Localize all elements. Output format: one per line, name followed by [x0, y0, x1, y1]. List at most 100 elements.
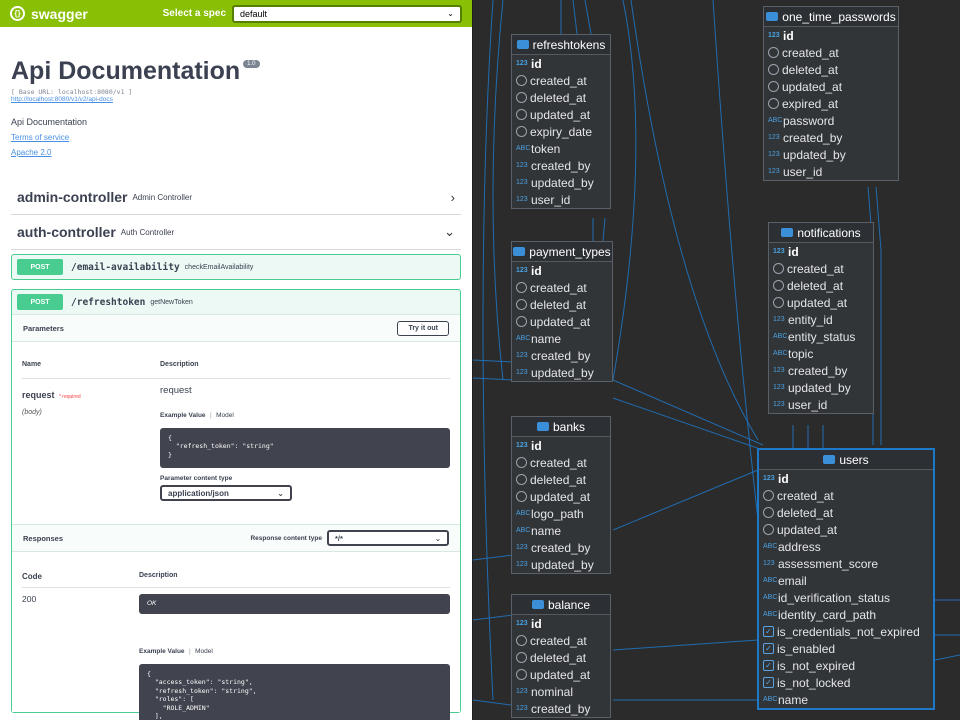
- table-balance[interactable]: balance 123 id created_at deleted_at updated_…: [511, 594, 611, 718]
- table-column[interactable]: 123 updated_by: [512, 364, 612, 381]
- table-header: notifications: [769, 223, 873, 243]
- table-column[interactable]: deleted_at: [769, 277, 873, 294]
- table-users[interactable]: users 123 id created_at deleted_at updated_at…: [757, 448, 935, 710]
- table-column[interactable]: deleted_at: [759, 504, 933, 521]
- primary-key-column[interactable]: 123 id: [512, 55, 610, 72]
- table-column[interactable]: created_at: [512, 632, 610, 649]
- table-column[interactable]: created_at: [769, 260, 873, 277]
- table-header: one_time_passwords: [764, 7, 898, 27]
- primary-key-column[interactable]: 123 id: [512, 437, 610, 454]
- table-column[interactable]: 123 updated_by: [764, 146, 898, 163]
- table-column[interactable]: deleted_at: [512, 471, 610, 488]
- table-notifications[interactable]: notifications 123 id created_at deleted_at up…: [768, 222, 874, 414]
- primary-key-column[interactable]: 123 id: [512, 615, 610, 632]
- license-link[interactable]: Apache 2.0: [11, 148, 461, 157]
- model-tab[interactable]: Model: [216, 412, 234, 419]
- table-column[interactable]: ABC name: [512, 330, 612, 347]
- clock-icon: [773, 297, 784, 308]
- table-column[interactable]: ABC id_verification_status: [759, 589, 933, 606]
- example-value-tab[interactable]: Example Value: [160, 412, 206, 419]
- table-refreshtokens[interactable]: refreshtokens 123 id created_at deleted_at up…: [511, 34, 611, 209]
- table-column[interactable]: 123 created_by: [512, 700, 610, 717]
- table-column[interactable]: updated_at: [759, 521, 933, 538]
- table-column[interactable]: ABC topic: [769, 345, 873, 362]
- column-name: nominal: [531, 684, 574, 699]
- response-model-tab[interactable]: Model: [195, 648, 213, 655]
- table-column[interactable]: ABC name: [759, 691, 933, 708]
- table-column[interactable]: 123 user_id: [769, 396, 873, 413]
- spec-select-value: default: [240, 8, 268, 19]
- auth-controller-section[interactable]: auth-controller Auth Controller ⌄: [11, 215, 461, 250]
- table-column[interactable]: updated_at: [764, 78, 898, 95]
- table-column[interactable]: deleted_at: [512, 649, 610, 666]
- table-column[interactable]: 123 created_by: [769, 362, 873, 379]
- table-column[interactable]: 123 updated_by: [512, 556, 610, 573]
- table-column[interactable]: ✓ is_credentials_not_expired: [759, 623, 933, 640]
- operation-header[interactable]: POST /refreshtoken getNewToken: [12, 290, 460, 314]
- table-column[interactable]: 123 nominal: [512, 683, 610, 700]
- column-name: updated_at: [530, 667, 591, 682]
- terms-of-service-link[interactable]: Terms of service: [11, 133, 461, 142]
- table-column[interactable]: ✓ is_enabled: [759, 640, 933, 657]
- operation-email-availability[interactable]: POST /email-availability checkEmailAvail…: [11, 254, 461, 280]
- table-column[interactable]: ✓ is_not_locked: [759, 674, 933, 691]
- table-column[interactable]: 123 entity_id: [769, 311, 873, 328]
- table-column[interactable]: updated_at: [512, 106, 610, 123]
- admin-controller-section[interactable]: admin-controller Admin Controller ›: [11, 180, 461, 215]
- table-column[interactable]: created_at: [512, 72, 610, 89]
- table-column[interactable]: expiry_date: [512, 123, 610, 140]
- table-column[interactable]: updated_at: [769, 294, 873, 311]
- table-column[interactable]: deleted_at: [512, 89, 610, 106]
- required-badge: * required: [58, 394, 81, 400]
- table-column[interactable]: 123 assessment_score: [759, 555, 933, 572]
- response-example-tab[interactable]: Example Value: [139, 648, 185, 655]
- primary-key-column[interactable]: 123 id: [769, 243, 873, 260]
- table-column[interactable]: 123 user_id: [764, 163, 898, 180]
- table-column[interactable]: 123 created_by: [512, 157, 610, 174]
- table-column[interactable]: ✓ is_not_expired: [759, 657, 933, 674]
- table-column[interactable]: 123 user_id: [512, 191, 610, 208]
- primary-key-column[interactable]: 123 id: [764, 27, 898, 44]
- swagger-logo[interactable]: {} swagger: [10, 6, 88, 22]
- primary-key-column[interactable]: 123 id: [759, 470, 933, 487]
- table-payment-types[interactable]: payment_types 123 id created_at deleted_at up…: [511, 241, 613, 382]
- number-type-icon: 123: [773, 384, 785, 391]
- table-column[interactable]: updated_at: [512, 488, 610, 505]
- table-column[interactable]: created_at: [759, 487, 933, 504]
- table-column[interactable]: updated_at: [512, 313, 612, 330]
- table-one-time-passwords[interactable]: one_time_passwords 123 id created_at deleted…: [763, 6, 899, 181]
- table-column[interactable]: 123 updated_by: [512, 174, 610, 191]
- api-docs-link[interactable]: http://localhost:8080/v1/v2/api-docs: [11, 96, 461, 103]
- table-column[interactable]: ABC email: [759, 572, 933, 589]
- column-name: updated_at: [777, 522, 838, 537]
- table-column[interactable]: ABC address: [759, 538, 933, 555]
- table-column[interactable]: created_at: [764, 44, 898, 61]
- response-content-type-select[interactable]: */* ⌄: [327, 530, 449, 546]
- table-icon: [766, 12, 779, 21]
- primary-key-column[interactable]: 123 id: [512, 262, 612, 279]
- table-column[interactable]: created_at: [512, 279, 612, 296]
- table-column[interactable]: expired_at: [764, 95, 898, 112]
- column-name: token: [531, 141, 561, 156]
- table-column[interactable]: ABC identity_card_path: [759, 606, 933, 623]
- table-column[interactable]: deleted_at: [764, 61, 898, 78]
- table-banks[interactable]: banks 123 id created_at deleted_at updated_at…: [511, 416, 611, 574]
- table-column[interactable]: updated_at: [512, 666, 610, 683]
- response-ok: OK: [139, 594, 450, 614]
- spec-select[interactable]: default ⌄: [232, 4, 462, 23]
- er-diagram-canvas[interactable]: refreshtokens 123 id created_at deleted_at up…: [473, 0, 960, 720]
- table-column[interactable]: ABC name: [512, 522, 610, 539]
- relation-line: [612, 397, 764, 451]
- table-column[interactable]: ABC password: [764, 112, 898, 129]
- table-column[interactable]: deleted_at: [512, 296, 612, 313]
- table-column[interactable]: 123 updated_by: [769, 379, 873, 396]
- try-it-out-button[interactable]: Try it out: [397, 320, 449, 336]
- content-type-select[interactable]: application/json ⌄: [160, 485, 292, 501]
- table-column[interactable]: ABC entity_status: [769, 328, 873, 345]
- table-column[interactable]: 123 created_by: [512, 539, 610, 556]
- table-column[interactable]: ABC token: [512, 140, 610, 157]
- table-column[interactable]: 123 created_by: [764, 129, 898, 146]
- table-column[interactable]: created_at: [512, 454, 610, 471]
- table-column[interactable]: ABC logo_path: [512, 505, 610, 522]
- table-column[interactable]: 123 created_by: [512, 347, 612, 364]
